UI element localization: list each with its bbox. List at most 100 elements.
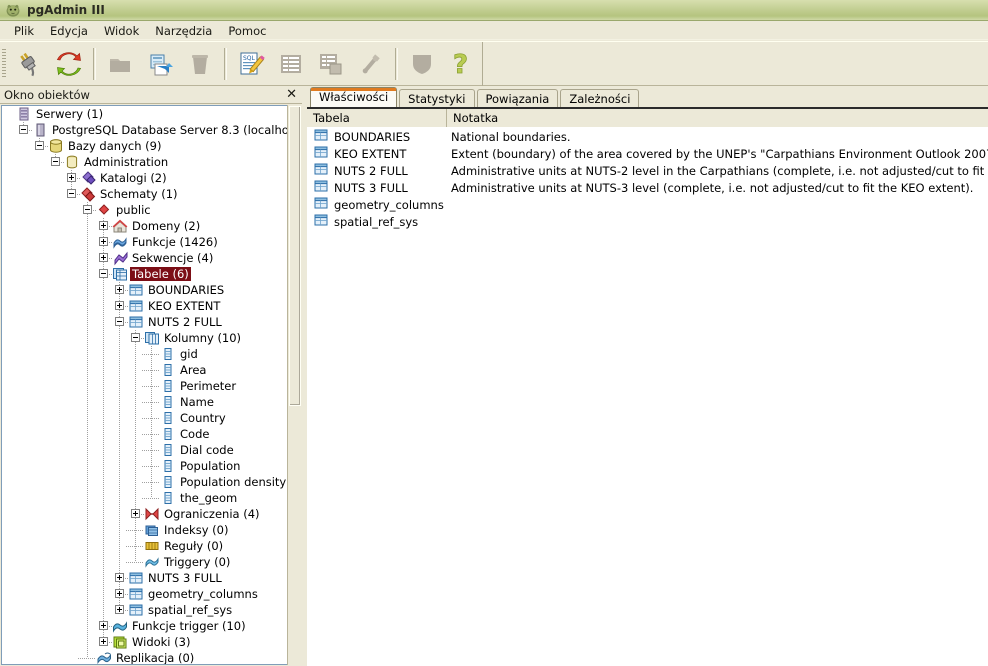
- expand-icon[interactable]: [99, 221, 108, 230]
- column-icon: [160, 442, 176, 458]
- expand-icon[interactable]: [115, 301, 124, 310]
- tree-item[interactable]: Code: [2, 426, 287, 442]
- tree-item[interactable]: Schematy (1): [2, 186, 287, 202]
- column-header-notatka[interactable]: Notatka: [447, 108, 988, 127]
- tree-item[interactable]: NUTS 3 FULL: [2, 570, 287, 586]
- tab-zaleznosci[interactable]: Zależności: [560, 89, 640, 107]
- new-object-button[interactable]: [100, 44, 140, 84]
- column-header-tabela[interactable]: Tabela: [307, 108, 447, 127]
- expand-icon[interactable]: [115, 589, 124, 598]
- view-data-button[interactable]: [271, 44, 311, 84]
- tree-item[interactable]: Sekwencje (4): [2, 250, 287, 266]
- object-browser-scrollbar[interactable]: [287, 105, 302, 665]
- tree-item[interactable]: PostgreSQL Database Server 8.3 (localhos…: [2, 122, 287, 138]
- sql-editor-button[interactable]: SQL: [231, 44, 271, 84]
- tree-item[interactable]: public: [2, 202, 287, 218]
- tree-item[interactable]: Replikacja (0): [2, 650, 287, 664]
- tab-wlasciwosci[interactable]: Właściwości: [310, 87, 398, 107]
- tree-item[interactable]: Tabele (6): [2, 266, 287, 282]
- tree-item[interactable]: NUTS 2 FULL: [2, 314, 287, 330]
- tree-item[interactable]: Domeny (2): [2, 218, 287, 234]
- expand-icon[interactable]: [99, 621, 108, 630]
- expand-icon[interactable]: [115, 285, 124, 294]
- tree-item[interactable]: Serwery (1): [2, 106, 287, 122]
- menu-edycja[interactable]: Edycja: [42, 23, 96, 39]
- tree-item[interactable]: Funkcje (1426): [2, 234, 287, 250]
- expand-icon[interactable]: [115, 573, 124, 582]
- menu-plik[interactable]: Plik: [6, 23, 42, 39]
- table-row[interactable]: KEO EXTENT Extent (boundary) of the area …: [307, 145, 988, 162]
- details-panel: Właściwości Statystyki Powiązania Zależn…: [307, 87, 988, 666]
- tree-item[interactable]: geometry_columns: [2, 586, 287, 602]
- tree-item-label: PostgreSQL Database Server 8.3 (localhos…: [52, 123, 287, 137]
- menu-pomoc[interactable]: Pomoc: [220, 23, 274, 39]
- tree-item[interactable]: Reguły (0): [2, 538, 287, 554]
- tree-item[interactable]: Country: [2, 410, 287, 426]
- menu-narzedzia[interactable]: Narzędzia: [147, 23, 220, 39]
- column-icon: [160, 394, 176, 410]
- tree-item-label: Code: [180, 427, 210, 441]
- column-icon: [160, 378, 176, 394]
- table-icon: [128, 282, 144, 298]
- expand-icon[interactable]: [115, 605, 124, 614]
- tree-item[interactable]: spatial_ref_sys: [2, 602, 287, 618]
- tree-item[interactable]: Perimeter: [2, 378, 287, 394]
- tree-item[interactable]: gid: [2, 346, 287, 362]
- collapse-icon[interactable]: [131, 333, 140, 342]
- table-row[interactable]: geometry_columns: [307, 196, 988, 213]
- toolbar-drag-grip[interactable]: [2, 48, 6, 79]
- expand-icon[interactable]: [99, 637, 108, 646]
- collapse-icon[interactable]: [83, 205, 92, 214]
- tree-item[interactable]: Population density: [2, 474, 287, 490]
- tree-item[interactable]: Ograniczenia (4): [2, 506, 287, 522]
- expand-icon[interactable]: [67, 173, 76, 182]
- tree-item[interactable]: Dial code: [2, 442, 287, 458]
- properties-button[interactable]: [140, 44, 180, 84]
- collapse-icon[interactable]: [35, 141, 44, 150]
- table-row[interactable]: BOUNDARIES National boundaries.: [307, 128, 988, 145]
- tree-item[interactable]: Indeksy (0): [2, 522, 287, 538]
- table-row[interactable]: spatial_ref_sys: [307, 213, 988, 230]
- filtered-rows-button[interactable]: [311, 44, 351, 84]
- collapse-icon[interactable]: [19, 125, 28, 134]
- table-row[interactable]: NUTS 2 FULL Administrative units at NUTS-…: [307, 162, 988, 179]
- tree-item[interactable]: Kolumny (10): [2, 330, 287, 346]
- tab-powiazania[interactable]: Powiązania: [476, 89, 559, 107]
- table-icon: [128, 314, 144, 330]
- tree-item[interactable]: Bazy danych (9): [2, 138, 287, 154]
- tree-item[interactable]: the_geom: [2, 490, 287, 506]
- column-icon: [160, 458, 176, 474]
- object-tree-container[interactable]: Serwery (1) PostgreSQL Database Server 8.…: [1, 105, 301, 665]
- collapse-icon[interactable]: [67, 189, 76, 198]
- table-row-note-cell: National boundaries.: [451, 129, 571, 144]
- delete-object-button[interactable]: [180, 44, 220, 84]
- collapse-icon[interactable]: [115, 317, 124, 326]
- help-button[interactable]: ?: [442, 44, 482, 84]
- connect-server-button[interactable]: [9, 44, 49, 84]
- tree-item[interactable]: Katalogi (2): [2, 170, 287, 186]
- scrollbar-thumb[interactable]: [289, 106, 301, 406]
- collapse-icon[interactable]: [99, 269, 108, 278]
- tree-item[interactable]: Triggery (0): [2, 554, 287, 570]
- expand-icon[interactable]: [99, 237, 108, 246]
- tree-item[interactable]: Name: [2, 394, 287, 410]
- tree-item-label: Sekwencje (4): [132, 251, 214, 265]
- collapse-icon[interactable]: [51, 157, 60, 166]
- tree-item[interactable]: Widoki (3): [2, 634, 287, 650]
- tree-item[interactable]: Administration: [2, 154, 287, 170]
- tree-item[interactable]: BOUNDARIES: [2, 282, 287, 298]
- refresh-button[interactable]: [49, 44, 89, 84]
- close-icon[interactable]: ✕: [286, 88, 302, 101]
- maintenance-button[interactable]: [351, 44, 391, 84]
- tree-item[interactable]: Area: [2, 362, 287, 378]
- table-row[interactable]: NUTS 3 FULL Administrative units at NUTS-…: [307, 179, 988, 196]
- columns-icon: [144, 330, 160, 346]
- tree-item[interactable]: KEO EXTENT: [2, 298, 287, 314]
- menu-widok[interactable]: Widok: [96, 23, 147, 39]
- expand-icon[interactable]: [131, 509, 140, 518]
- expand-icon[interactable]: [99, 253, 108, 262]
- tab-statystyki[interactable]: Statystyki: [399, 89, 475, 107]
- grant-wizard-button[interactable]: [402, 44, 442, 84]
- tree-item[interactable]: Population: [2, 458, 287, 474]
- tree-item[interactable]: Funkcje trigger (10): [2, 618, 287, 634]
